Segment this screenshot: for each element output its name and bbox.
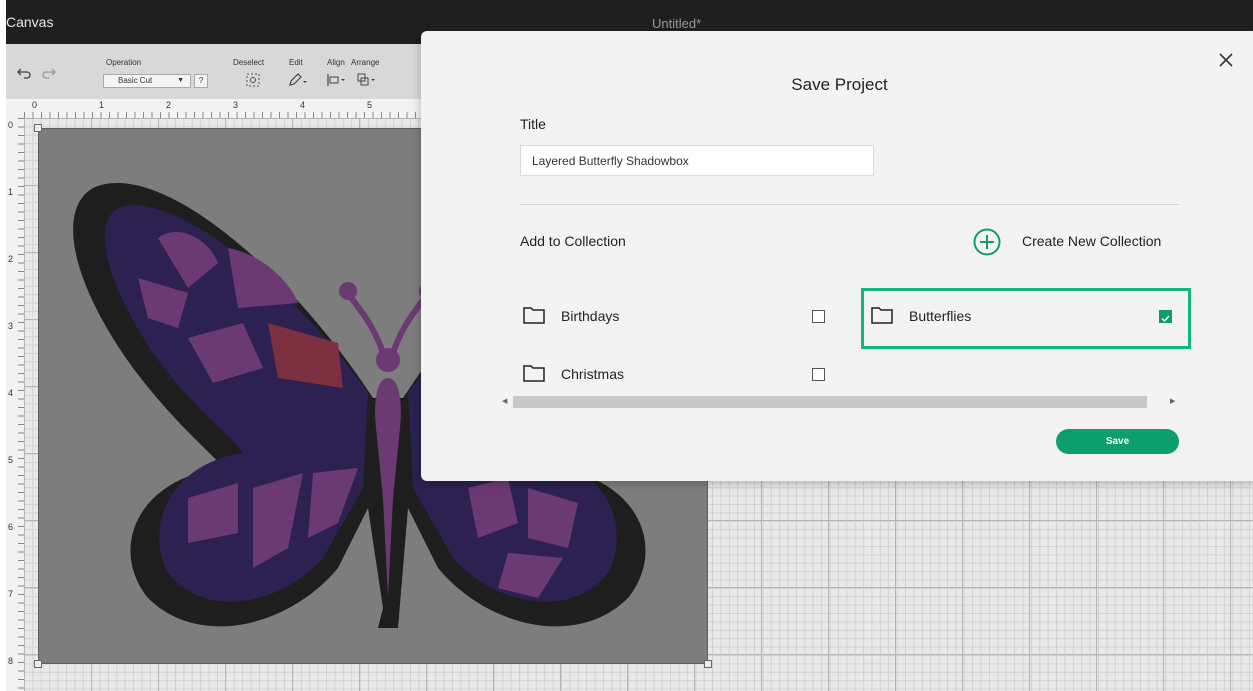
save-project-dialog: Save Project Title Add to Collection Cre… xyxy=(421,31,1253,481)
undo-icon[interactable] xyxy=(16,66,32,82)
title-field-label: Title xyxy=(520,116,546,132)
ruler-number: 8 xyxy=(8,656,14,666)
deselect-icon[interactable] xyxy=(245,72,261,90)
folder-icon xyxy=(523,364,545,382)
ruler-number: 3 xyxy=(8,321,14,331)
collection-name: Birthdays xyxy=(561,308,620,324)
align-label: Align xyxy=(327,58,345,67)
document-title: Untitled* xyxy=(652,16,702,31)
dialog-title: Save Project xyxy=(791,75,888,94)
create-new-collection-button[interactable]: Create New Collection xyxy=(973,228,1181,256)
design-space-window: Canvas Untitled* Operation Basic Cut ▼ ?… xyxy=(6,0,1253,691)
ruler-corner xyxy=(6,99,24,118)
align-icon[interactable] xyxy=(326,72,348,90)
selected-collection-highlight xyxy=(861,288,1191,349)
redo-icon[interactable] xyxy=(41,66,57,82)
chevron-down-icon: ▼ xyxy=(177,77,184,84)
arrange-label: Arrange xyxy=(351,58,380,67)
operation-label: Operation xyxy=(106,58,142,67)
ruler-number: 1 xyxy=(99,100,105,110)
vertical-ruler: 0 1 2 3 4 5 6 7 8 xyxy=(6,118,25,691)
ruler-number: 3 xyxy=(233,100,239,110)
folder-icon xyxy=(523,306,545,324)
operation-select[interactable]: Basic Cut ▼ xyxy=(103,74,191,88)
deselect-label: Deselect xyxy=(233,58,265,67)
ruler-number: 4 xyxy=(8,388,14,398)
ruler-number: 6 xyxy=(8,522,14,532)
divider xyxy=(520,204,1179,205)
collection-checkbox[interactable] xyxy=(812,310,825,323)
ruler-number: 5 xyxy=(367,100,373,110)
collection-item-christmas[interactable]: Christmas xyxy=(523,359,833,389)
add-to-collection-label: Add to Collection xyxy=(520,233,626,249)
ruler-number: 1 xyxy=(8,187,14,197)
collection-item-birthdays[interactable]: Birthdays xyxy=(523,301,833,331)
scrollbar-thumb[interactable] xyxy=(513,396,1147,408)
save-button[interactable]: Save xyxy=(1056,429,1179,454)
app-name: Canvas xyxy=(6,14,54,30)
pencil-icon[interactable] xyxy=(287,72,309,90)
ruler-number: 2 xyxy=(166,100,172,110)
ruler-number: 7 xyxy=(8,589,14,599)
project-title-input[interactable] xyxy=(520,145,874,176)
edit-label: Edit xyxy=(289,58,303,67)
operation-help-button[interactable]: ? xyxy=(194,74,208,88)
create-new-collection-label: Create New Collection xyxy=(1022,233,1162,249)
ruler-number: 0 xyxy=(32,100,38,110)
scroll-left-icon[interactable]: ◀ xyxy=(502,397,507,405)
arrange-icon[interactable] xyxy=(356,72,378,90)
plus-circle-icon xyxy=(973,228,1001,256)
ruler-number: 4 xyxy=(300,100,306,110)
scroll-right-icon[interactable]: ▶ xyxy=(1170,397,1175,405)
ruler-number: 5 xyxy=(8,455,14,465)
collections-horizontal-scrollbar[interactable]: ◀ ▶ xyxy=(501,396,1177,408)
close-icon[interactable] xyxy=(1217,51,1235,69)
ruler-number: 0 xyxy=(8,120,14,130)
operation-value: Basic Cut xyxy=(118,76,153,85)
collection-checkbox[interactable] xyxy=(812,368,825,381)
ruler-number: 2 xyxy=(8,254,14,264)
collection-name: Christmas xyxy=(561,366,625,382)
